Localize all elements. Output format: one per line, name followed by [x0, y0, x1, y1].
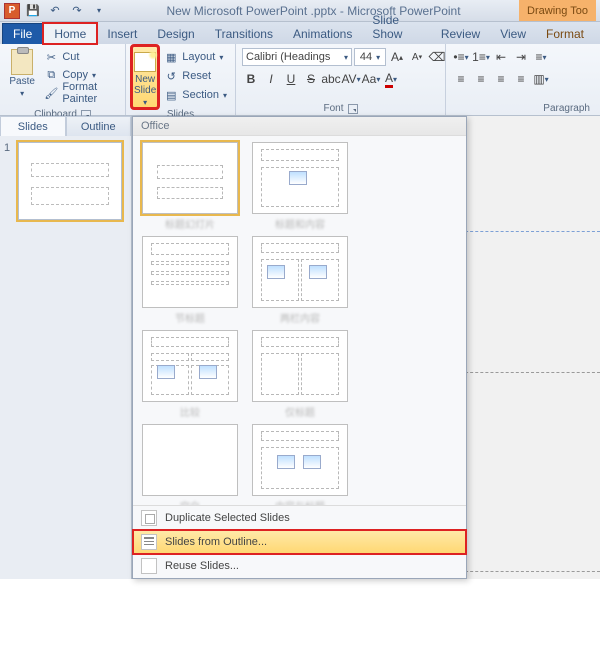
slide-canvas-edge: [460, 142, 600, 662]
tab-animations[interactable]: Animations: [283, 24, 362, 44]
increase-indent-button[interactable]: ⇥: [512, 48, 530, 66]
line-spacing-button[interactable]: ≡▾: [532, 48, 550, 66]
layout-item[interactable]: 标题和内容: [246, 142, 354, 228]
chevron-down-icon: ▾: [20, 89, 24, 98]
italic-button[interactable]: I: [262, 70, 280, 88]
layout-gallery-grid: 标题幻灯片 标题和内容 节标题 两栏内容 比较 仅标题 空白 内容与标题 图片与…: [133, 136, 466, 505]
title-bar: P 💾 ↶ ↷ ▾ New Microsoft PowerPoint .pptx…: [0, 0, 600, 22]
chevron-down-icon: ▾: [143, 98, 147, 107]
outline-icon: [141, 534, 157, 550]
font-dialog-launcher[interactable]: [348, 104, 358, 114]
save-icon[interactable]: 💾: [24, 2, 42, 20]
new-slide-icon: [134, 52, 156, 72]
layout-item[interactable]: 比较: [136, 330, 244, 416]
tab-format[interactable]: Format: [536, 24, 594, 44]
underline-button[interactable]: U: [282, 70, 300, 88]
redo-icon[interactable]: ↷: [68, 2, 86, 20]
section-button[interactable]: ▤Section▾: [162, 86, 229, 104]
clear-formatting-button[interactable]: ⌫: [428, 48, 446, 66]
slide-thumbnail-1[interactable]: [18, 142, 122, 220]
tab-review[interactable]: Review: [431, 24, 490, 44]
layout-item[interactable]: 空白: [136, 424, 244, 505]
shadow-button[interactable]: abc: [322, 70, 340, 88]
new-slide-label: New Slide: [134, 74, 156, 96]
decrease-indent-button[interactable]: ⇤: [492, 48, 510, 66]
powerpoint-app-icon: P: [4, 3, 20, 19]
tab-transitions[interactable]: Transitions: [205, 24, 283, 44]
menu-slides-from-outline[interactable]: Slides from Outline...: [133, 530, 466, 554]
layout-item[interactable]: 内容与标题: [246, 424, 354, 505]
tab-slideshow[interactable]: Slide Show: [362, 10, 430, 44]
shrink-font-button[interactable]: A▾: [408, 48, 426, 66]
strikethrough-button[interactable]: S: [302, 70, 320, 88]
layout-button[interactable]: ▦Layout▾: [162, 48, 229, 66]
qat-more-icon[interactable]: ▾: [90, 2, 108, 20]
slides-outline-pane: Slides Outline 1: [0, 116, 132, 579]
paste-label: Paste: [9, 76, 35, 87]
format-painter-button[interactable]: 🖌Format Painter: [42, 84, 119, 102]
section-icon: ▤: [164, 88, 178, 102]
align-center-button[interactable]: ≡: [472, 70, 490, 88]
justify-button[interactable]: ≡: [512, 70, 530, 88]
ribbon: Paste ▾ ✂Cut ⧉Copy▾ 🖌Format Painter Clip…: [0, 44, 600, 116]
group-slides: New Slide ▾ ▦Layout▾ ↺Reset ▤Section▾ Sl…: [126, 44, 236, 115]
align-left-button[interactable]: ≡: [452, 70, 470, 88]
paste-icon: [11, 49, 33, 75]
font-color-button[interactable]: A▾: [382, 70, 400, 88]
tab-file[interactable]: File: [2, 23, 43, 44]
layout-item[interactable]: 两栏内容: [246, 236, 354, 322]
font-name-combo[interactable]: Calibri (Headings▾: [242, 48, 352, 66]
paintbrush-icon: 🖌: [44, 86, 58, 100]
group-paragraph: •≡▾ 1≡▾ ⇤ ⇥ ≡▾ ≡ ≡ ≡ ≡ ▥▾ Paragraph: [446, 44, 600, 115]
group-clipboard: Paste ▾ ✂Cut ⧉Copy▾ 🖌Format Painter Clip…: [0, 44, 126, 115]
duplicate-icon: [141, 510, 157, 526]
pane-tab-slides[interactable]: Slides: [0, 116, 66, 136]
menu-duplicate-slides[interactable]: Duplicate Selected Slides: [133, 506, 466, 530]
columns-button[interactable]: ▥▾: [532, 70, 550, 88]
char-spacing-button[interactable]: AV▾: [342, 70, 360, 88]
font-size-combo[interactable]: 44▾: [354, 48, 386, 66]
new-slide-gallery: Office 标题幻灯片 标题和内容 节标题 两栏内容 比较 仅标题 空白 内容…: [132, 116, 467, 579]
layout-item[interactable]: 标题幻灯片: [136, 142, 244, 228]
layout-icon: ▦: [164, 50, 178, 64]
tab-home[interactable]: Home: [43, 23, 97, 44]
window-title: New Microsoft PowerPoint .pptx - Microso…: [112, 4, 515, 18]
tab-insert[interactable]: Insert: [97, 24, 147, 44]
bullets-button[interactable]: •≡▾: [452, 48, 470, 66]
new-slide-button[interactable]: New Slide ▾: [132, 46, 158, 108]
scissors-icon: ✂: [44, 50, 58, 64]
drawing-tools-context-tab: Drawing Too: [519, 0, 596, 21]
slide-number: 1: [4, 142, 14, 154]
ribbon-tabs: File Home Insert Design Transitions Anim…: [0, 22, 600, 44]
reuse-icon: [141, 558, 157, 574]
bold-button[interactable]: B: [242, 70, 260, 88]
paste-button[interactable]: Paste ▾: [6, 46, 38, 108]
group-font: Calibri (Headings▾ 44▾ A▴ A▾ ⌫ B I U S a…: [236, 44, 446, 115]
reset-button[interactable]: ↺Reset: [162, 67, 229, 85]
reset-icon: ↺: [164, 69, 178, 83]
change-case-button[interactable]: Aa▾: [362, 70, 380, 88]
pane-tab-outline[interactable]: Outline: [66, 116, 132, 136]
gallery-footer: Duplicate Selected Slides Slides from Ou…: [133, 505, 466, 578]
cut-button[interactable]: ✂Cut: [42, 48, 119, 66]
quick-access-toolbar: 💾 ↶ ↷ ▾: [24, 2, 108, 20]
tab-view[interactable]: View: [490, 24, 536, 44]
numbering-button[interactable]: 1≡▾: [472, 48, 490, 66]
copy-icon: ⧉: [44, 68, 58, 82]
gallery-theme-header: Office: [133, 117, 466, 136]
menu-reuse-slides[interactable]: Reuse Slides...: [133, 554, 466, 578]
tab-design[interactable]: Design: [147, 24, 204, 44]
align-right-button[interactable]: ≡: [492, 70, 510, 88]
layout-item[interactable]: 仅标题: [246, 330, 354, 416]
undo-icon[interactable]: ↶: [46, 2, 64, 20]
grow-font-button[interactable]: A▴: [388, 48, 406, 66]
layout-item[interactable]: 节标题: [136, 236, 244, 322]
